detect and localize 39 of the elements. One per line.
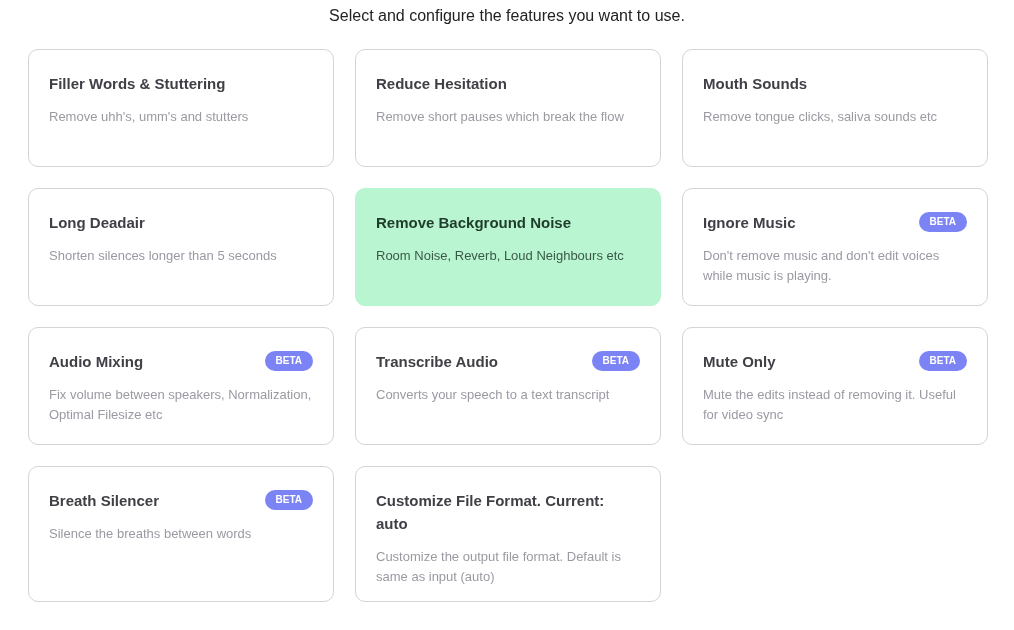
feature-card[interactable]: Transcribe Audio BETA Converts your speech to a text transcript <box>355 327 661 445</box>
feature-card[interactable]: Audio Mixing BETA Fix volume between speakers, Normalization, Optimal Filesize etc <box>28 327 334 445</box>
feature-title: Mouth Sounds <box>703 74 808 94</box>
feature-description: Silence the breaths between words <box>49 525 253 543</box>
feature-title: Filler Words & Stuttering <box>49 74 226 94</box>
feature-card[interactable]: Customize File Format. Current: auto Customize the output file format. Default is same as input (auto) <box>355 466 661 602</box>
feature-title: Reduce Hesitation <box>376 74 507 94</box>
feature-card[interactable]: Mouth Sounds Remove tongue clicks, saliva sounds etc <box>682 49 988 167</box>
feature-title: Mute Only <box>703 352 776 372</box>
feature-description: Mute the edits instead of removing it. Useful for video sync <box>703 386 957 424</box>
feature-description: Remove uhh's, umm's and stutters <box>49 108 250 126</box>
feature-title: Ignore Music <box>703 213 796 233</box>
feature-description: Fix volume between speakers, Normalization, Optimal Filesize etc <box>49 386 313 424</box>
feature-description: Shorten silences longer than 5 seconds <box>49 247 278 265</box>
beta-badge: BETA <box>591 351 640 371</box>
feature-card[interactable]: Breath Silencer BETA Silence the breaths between words <box>28 466 334 602</box>
feature-card[interactable]: Filler Words & Stuttering Remove uhh's, umm's and stutters <box>28 49 334 167</box>
feature-card[interactable]: Long Deadair Shorten silences longer than 5 seconds <box>28 188 334 306</box>
feature-card[interactable]: Mute Only BETA Mute the edits instead of removing it. Useful for video sync <box>682 327 988 445</box>
feature-title: Remove Background Noise <box>376 213 572 233</box>
feature-title: Breath Silencer <box>49 491 160 511</box>
feature-card[interactable]: Remove Background Noise Room Noise, Reverb, Loud Neighbours etc <box>355 188 661 306</box>
feature-title: Transcribe Audio <box>376 352 498 372</box>
feature-description: Remove tongue clicks, saliva sounds etc <box>703 108 939 126</box>
feature-description: Room Noise, Reverb, Loud Neighbours etc <box>376 247 625 265</box>
feature-title: Audio Mixing <box>49 352 144 372</box>
beta-badge: BETA <box>918 351 967 371</box>
feature-description: Remove short pauses which break the flow <box>376 108 625 126</box>
beta-badge: BETA <box>918 212 967 232</box>
beta-badge: BETA <box>264 490 313 510</box>
feature-card[interactable]: Reduce Hesitation Remove short pauses which break the flow <box>355 49 661 167</box>
beta-badge: BETA <box>264 351 313 371</box>
feature-description: Don't remove music and don't edit voices while music is playing. <box>703 247 941 285</box>
feature-description: Converts your speech to a text transcript <box>376 386 611 404</box>
feature-title: Long Deadair <box>49 213 145 233</box>
feature-description: Customize the output file format. Default is same as input (auto) <box>376 548 622 586</box>
page-heading: Select and configure the features you want to use. <box>328 6 686 26</box>
feature-card[interactable]: Ignore Music BETA Don't remove music and don't edit voices while music is playing. <box>682 188 988 306</box>
feature-title: Customize File Format. Current: auto <box>376 491 606 534</box>
